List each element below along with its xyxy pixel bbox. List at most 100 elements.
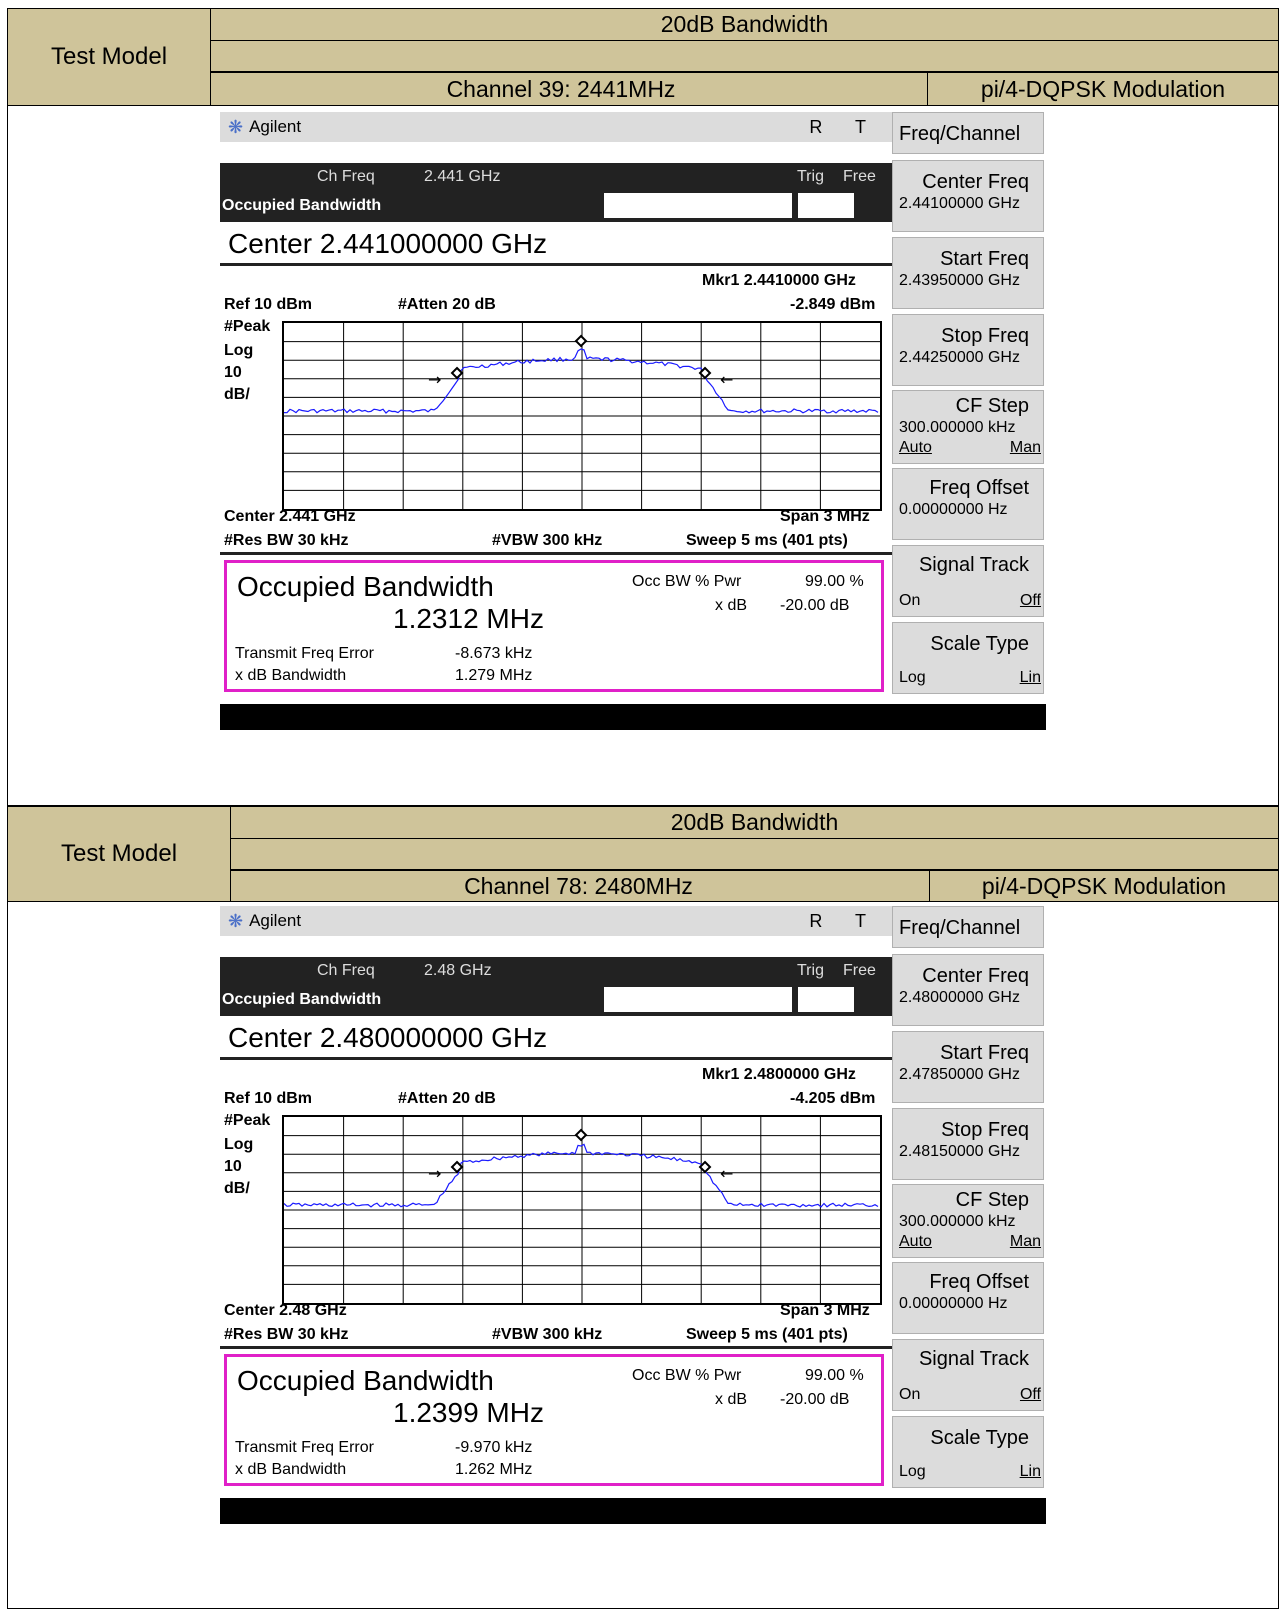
on-option[interactable]: On <box>899 1386 920 1404</box>
rt-indicator: R T <box>809 910 880 931</box>
lin-option[interactable]: Lin <box>1020 669 1041 687</box>
scale-type-softkey[interactable]: Scale Type Log Lin <box>892 622 1044 694</box>
xdb-label: x dB <box>715 1391 748 1408</box>
freq-channel-menu[interactable]: Freq/Channel <box>892 906 1044 948</box>
transmit-freq-error-value: -8.673 kHz <box>455 645 533 662</box>
softkey-label: Stop Freq <box>941 1119 1029 1141</box>
spectrum-plot: → ← <box>282 321 882 511</box>
on-option[interactable]: On <box>899 592 920 610</box>
transmit-freq-error-label: Transmit Freq Error <box>235 1439 374 1456</box>
softkey-value: 2.48150000 GHz <box>899 1143 1020 1160</box>
sweep-label: Sweep 5 ms (401 pts) <box>686 532 848 549</box>
xdb-bandwidth-value: 1.262 MHz <box>455 1461 533 1478</box>
left-arrow-icon: ← <box>720 370 733 389</box>
right-arrow-icon: → <box>428 1164 441 1183</box>
channel-row: Channel 78: 2480MHz pi/4-DQPSK Modulatio… <box>231 870 1278 901</box>
ch-freq-label: Ch Freq <box>317 962 375 979</box>
softkey-label: Signal Track <box>918 554 1029 576</box>
man-option[interactable]: Man <box>1010 1233 1041 1251</box>
trig-label: Trig <box>797 962 824 979</box>
marker-1-icon <box>574 334 588 348</box>
marker-level: -4.205 dBm <box>790 1090 876 1107</box>
scale-type-softkey[interactable]: Scale Type Log Lin <box>892 1416 1044 1488</box>
atten-label: #Atten 20 dB <box>398 296 496 313</box>
menu-title: Freq/Channel <box>899 123 1021 145</box>
status-box <box>604 193 792 218</box>
center-freq-label: Center 2.441 GHz <box>224 508 356 525</box>
vbw-label: #VBW 300 kHz <box>492 532 603 549</box>
man-option[interactable]: Man <box>1010 439 1041 457</box>
spectrum-trace <box>284 348 879 414</box>
row-label: Test Model <box>8 807 231 901</box>
center-freq-softkey[interactable]: Center Freq 2.44100000 GHz <box>892 160 1044 232</box>
off-option[interactable]: Off <box>1020 592 1041 610</box>
section-header: Test Model 20dB Bandwidth Channel 78: 24… <box>8 807 1278 901</box>
start-freq-softkey[interactable]: Start Freq 2.47850000 GHz <box>892 1031 1044 1103</box>
softkey-label: Start Freq <box>940 1042 1029 1064</box>
softkey-value: 2.47850000 GHz <box>899 1066 1020 1083</box>
softkey-panel: Freq/Channel Center Freq 2.44100000 GHz … <box>892 112 1048 704</box>
spectrum-trace-svg: → ← <box>284 323 880 509</box>
blank-row <box>211 41 1278 72</box>
occ-bw-title: Occupied Bandwidth <box>237 1365 494 1396</box>
cf-step-softkey[interactable]: CF Step 300.000000 kHz Auto Man <box>892 1184 1044 1258</box>
atten-label: #Atten 20 dB <box>398 1090 496 1107</box>
occ-pwr-value: 99.00 % <box>805 1367 864 1384</box>
span-label: Span 3 MHz <box>780 508 870 525</box>
log-option[interactable]: Log <box>899 1463 926 1481</box>
analyzer-title-bar: ❋ Agilent R T <box>220 906 900 936</box>
transmit-freq-error-label: Transmit Freq Error <box>235 645 374 662</box>
right-arrow-icon: → <box>428 370 441 389</box>
log-option[interactable]: Log <box>899 669 926 687</box>
cf-step-softkey[interactable]: CF Step 300.000000 kHz Auto Man <box>892 390 1044 464</box>
xdb-value: -20.00 dB <box>780 597 850 614</box>
rt-indicator: R T <box>809 116 880 137</box>
menu-title: Freq/Channel <box>899 917 1021 939</box>
scale-number: 10 <box>224 1158 242 1175</box>
res-bw-label: #Res BW 30 kHz <box>224 1326 349 1343</box>
xdb-bandwidth-label: x dB Bandwidth <box>235 1461 347 1478</box>
occ-pwr-label: Occ BW % Pwr <box>632 1367 742 1384</box>
auto-option[interactable]: Auto <box>899 439 932 457</box>
freq-channel-menu[interactable]: Freq/Channel <box>892 112 1044 154</box>
signal-track-softkey[interactable]: Signal Track On Off <box>892 1339 1044 1411</box>
softkey-label: Scale Type <box>930 1427 1029 1449</box>
lower-bw-marker-icon <box>450 366 464 380</box>
softkey-label: Signal Track <box>918 1348 1029 1370</box>
ch-freq-value: 2.48 GHz <box>424 962 492 979</box>
stop-freq-softkey[interactable]: Stop Freq 2.44250000 GHz <box>892 314 1044 386</box>
stop-freq-softkey[interactable]: Stop Freq 2.48150000 GHz <box>892 1108 1044 1180</box>
ch-freq-label: Ch Freq <box>317 168 375 185</box>
marker-1-icon <box>574 1128 588 1142</box>
freq-offset-softkey[interactable]: Freq Offset 0.00000000 Hz <box>892 468 1044 540</box>
occ-bw-value: 1.2312 MHz <box>393 603 544 634</box>
sweep-label: Sweep 5 ms (401 pts) <box>686 1326 848 1343</box>
brand-label: Agilent <box>249 911 302 930</box>
test-title: 20dB Bandwidth <box>231 807 1278 839</box>
softkey-value: 2.44100000 GHz <box>899 195 1020 212</box>
xdb-bandwidth-value: 1.279 MHz <box>455 667 533 684</box>
softkey-panel: Freq/Channel Center Freq 2.48000000 GHz … <box>892 906 1048 1498</box>
signal-track-softkey[interactable]: Signal Track On Off <box>892 545 1044 617</box>
blank-row <box>231 839 1278 870</box>
spectrum-analyzer-screenshot: ❋ Agilent R T Ch Freq 2.48 GHz Trig Free… <box>220 906 1072 1533</box>
auto-option[interactable]: Auto <box>899 1233 932 1251</box>
softkey-value: 0.00000000 Hz <box>899 501 1008 518</box>
occ-bw-value: 1.2399 MHz <box>393 1397 544 1428</box>
softkey-value: 300.000000 kHz <box>899 1213 1016 1230</box>
status-box <box>604 987 792 1012</box>
occ-bw-title: Occupied Bandwidth <box>237 571 494 602</box>
softkey-value: 0.00000000 Hz <box>899 1295 1008 1312</box>
status-bar <box>220 704 1046 730</box>
status-bar <box>220 1498 1046 1524</box>
lin-option[interactable]: Lin <box>1020 1463 1041 1481</box>
start-freq-softkey[interactable]: Start Freq 2.43950000 GHz <box>892 237 1044 309</box>
freq-offset-softkey[interactable]: Freq Offset 0.00000000 Hz <box>892 1262 1044 1334</box>
agilent-logo-icon: ❋ <box>228 116 244 137</box>
trig-value: Free <box>843 168 876 185</box>
center-freq-softkey[interactable]: Center Freq 2.48000000 GHz <box>892 954 1044 1026</box>
divider <box>220 1346 900 1349</box>
off-option[interactable]: Off <box>1020 1386 1041 1404</box>
softkey-label: CF Step <box>955 1189 1029 1211</box>
agilent-logo-icon: ❋ <box>228 910 244 931</box>
